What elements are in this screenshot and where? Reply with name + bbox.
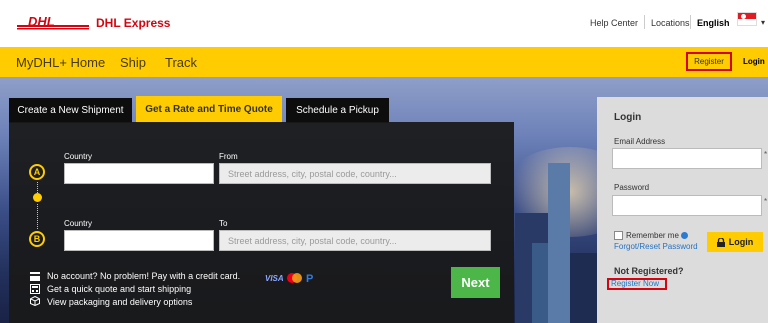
top-header: DHL DHL Express Help Center Locations En…	[0, 0, 768, 47]
origin-country-input[interactable]	[64, 163, 214, 184]
remember-me-checkbox[interactable]	[614, 231, 623, 240]
route-dot-icon	[33, 193, 42, 202]
route-connector	[37, 204, 38, 229]
header-divider	[690, 15, 691, 29]
info-icon[interactable]	[680, 232, 688, 240]
singapore-flag-icon[interactable]	[737, 12, 757, 26]
remember-me-label: Remember me	[626, 231, 688, 240]
login-link[interactable]: Login	[743, 57, 765, 66]
header-divider	[644, 15, 645, 29]
login-button-label: Login	[728, 237, 754, 247]
origin-country-label: Country	[64, 152, 93, 161]
required-marker: *	[764, 150, 768, 159]
login-title: Login	[614, 112, 642, 123]
route-connector	[37, 182, 38, 193]
payment-icons: VISA P	[265, 273, 313, 283]
login-button[interactable]: Login	[707, 232, 763, 252]
paypal-icon: P	[306, 273, 313, 283]
nav-mydhl-home[interactable]: MyDHL+ Home	[16, 55, 105, 70]
destination-pin-icon: B	[29, 231, 45, 247]
email-label: Email Address	[614, 137, 666, 146]
to-address-input[interactable]: Street address, city, postal code, count…	[219, 230, 491, 251]
svg-text:DHL: DHL	[28, 15, 55, 29]
package-icon	[30, 296, 40, 306]
password-field[interactable]	[612, 195, 762, 216]
from-label: From	[219, 152, 238, 161]
visa-icon: VISA	[265, 274, 284, 283]
password-label: Password	[614, 183, 650, 192]
main-nav: MyDHL+ Home Ship Track Register Login	[0, 47, 768, 77]
locations-link[interactable]: Locations	[651, 18, 690, 28]
register-now-link[interactable]: Register Now	[607, 278, 667, 290]
from-address-input[interactable]: Street address, city, postal code, count…	[219, 163, 491, 184]
credit-card-icon	[30, 272, 40, 281]
tab-schedule-pickup[interactable]: Schedule a Pickup	[286, 98, 389, 123]
brand-name: DHL Express	[96, 16, 171, 30]
info-packaging: View packaging and delivery options	[47, 297, 193, 307]
forgot-password-link[interactable]: Forgot/Reset Password	[614, 242, 698, 251]
register-button[interactable]: Register	[686, 52, 732, 71]
info-quick-quote: Get a quick quote and start shipping	[47, 284, 192, 294]
origin-pin-icon: A	[29, 164, 45, 180]
remember-me-text: Remember me	[626, 231, 679, 240]
dhl-logo[interactable]: DHL	[17, 15, 89, 31]
email-field[interactable]	[612, 148, 762, 169]
destination-country-input[interactable]	[64, 230, 214, 251]
help-center-link[interactable]: Help Center	[590, 18, 638, 28]
destination-country-label: Country	[64, 219, 93, 228]
language-selector[interactable]: English	[697, 18, 730, 28]
calculator-icon	[30, 284, 40, 294]
not-registered-label: Not Registered?	[614, 266, 684, 276]
nav-ship[interactable]: Ship	[120, 55, 146, 70]
tab-rate-quote[interactable]: Get a Rate and Time Quote	[136, 96, 282, 123]
to-label: To	[219, 219, 228, 228]
next-button[interactable]: Next	[451, 267, 500, 298]
chevron-down-icon[interactable]: ▾	[761, 18, 765, 27]
info-no-account: No account? No problem! Pay with a credi…	[47, 271, 241, 281]
lock-icon	[716, 237, 725, 247]
required-marker: *	[764, 197, 768, 206]
tab-create-shipment[interactable]: Create a New Shipment	[9, 98, 132, 123]
nav-track[interactable]: Track	[165, 55, 197, 70]
